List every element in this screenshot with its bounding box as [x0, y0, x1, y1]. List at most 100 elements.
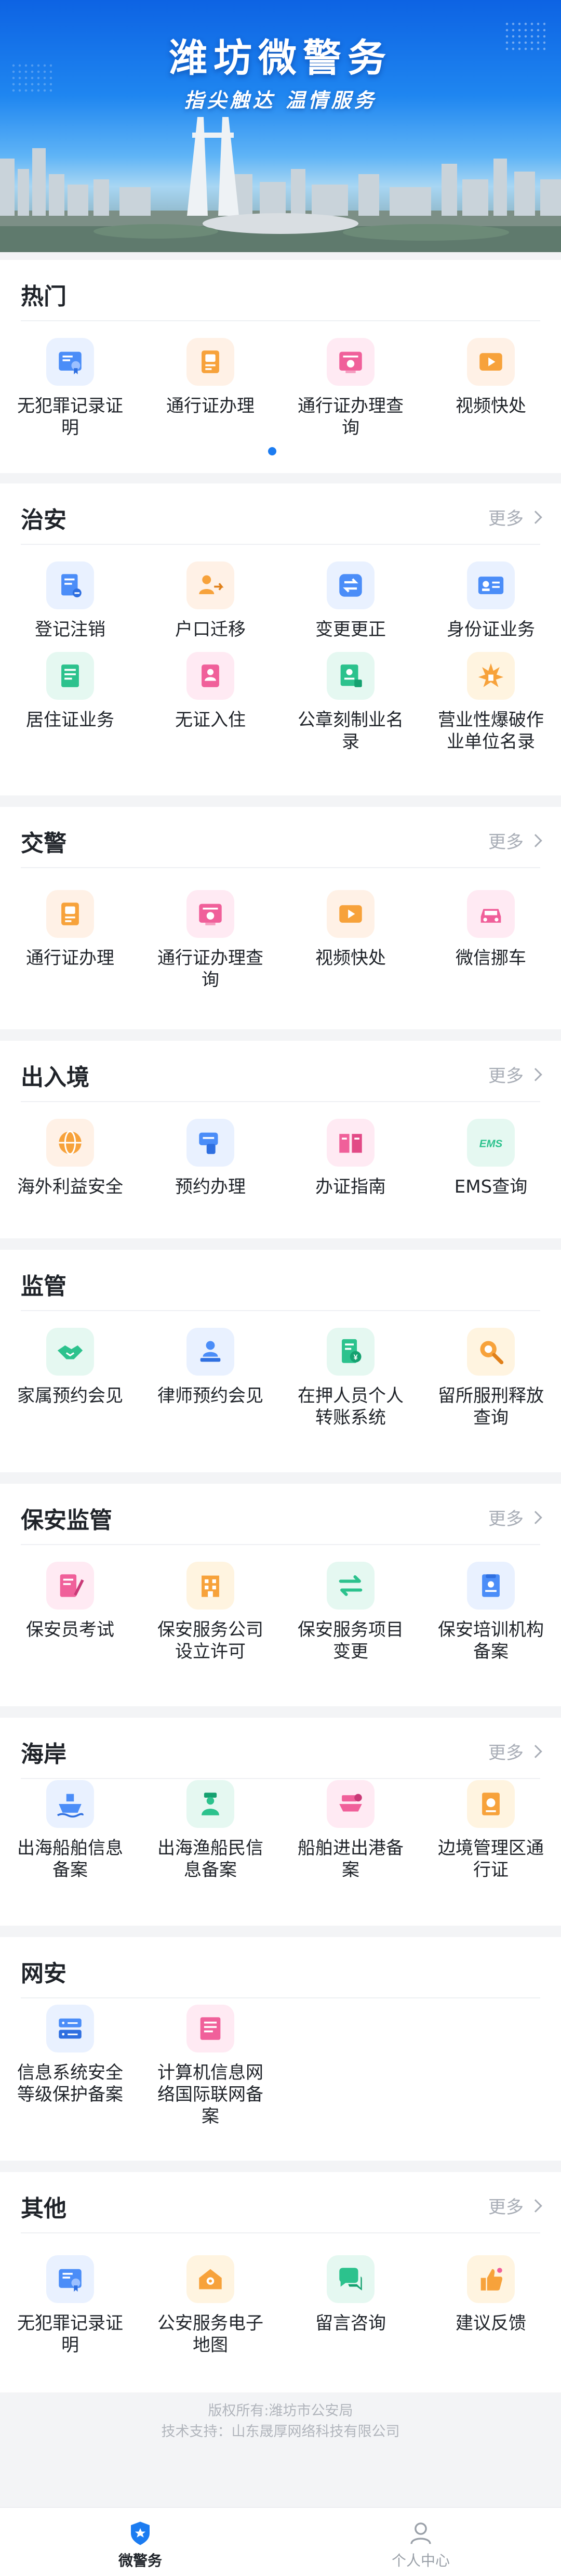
section-wangan: 网安 信息系统安全等级保护备案 计算机信息网络国际联网备案 [0, 1937, 561, 2161]
service-item-pass[interactable]: 通行证办理 [0, 890, 140, 991]
pass-query-icon [186, 890, 234, 938]
service-label: 建议反馈 [456, 2313, 526, 2334]
service-item-pass-query[interactable]: 通行证办理查询 [140, 890, 280, 991]
service-label: 出海船舶信息备案 [17, 1838, 123, 1880]
service-item-change-correct[interactable]: 变更更正 [280, 561, 421, 640]
service-label: 在押人员个人转账系统 [298, 1385, 404, 1428]
more-link[interactable]: 更多 [488, 828, 542, 853]
service-label: 保安服务公司设立许可 [157, 1619, 263, 1662]
service-item-company-license[interactable]: 保安服务公司设立许可 [140, 1562, 280, 1663]
service-item-project-change[interactable]: 保安服务项目变更 [280, 1562, 421, 1663]
more-link[interactable]: 更多 [488, 504, 542, 530]
section-header: 交警 更多 [21, 807, 542, 868]
service-item-inmate-transfer[interactable]: ¥ 在押人员个人转账系统 [280, 1328, 421, 1429]
service-item-pass[interactable]: 通行证办理 [140, 338, 280, 439]
service-label: 营业性爆破作业单位名录 [438, 710, 544, 752]
service-label: 通行证办理查询 [157, 948, 263, 990]
section-header: 热门 [21, 260, 540, 321]
svg-text:EMS: EMS [479, 1137, 503, 1149]
register-cancel-icon [46, 561, 94, 609]
service-item-feedback[interactable]: 建议反馈 [421, 2255, 561, 2356]
section-title: 出入境 [21, 1064, 89, 1091]
section-header: 监管 [21, 1250, 540, 1311]
more-link[interactable]: 更多 [488, 1062, 542, 1087]
feedback-icon [467, 2255, 515, 2303]
service-item-id-card[interactable]: 身份证业务 [421, 561, 561, 640]
service-item-appointment[interactable]: 预约办理 [140, 1119, 280, 1198]
service-label: 户口迁移 [175, 619, 246, 640]
service-label: 保安服务项目变更 [298, 1619, 404, 1662]
service-item-residence-permit[interactable]: 居住证业务 [0, 652, 140, 753]
more-link[interactable]: 更多 [488, 1738, 542, 1764]
seal-engraving-icon [327, 652, 375, 700]
service-item-family-visit[interactable]: 家属预约会见 [0, 1328, 140, 1429]
service-item-register-cancel[interactable]: 登记注销 [0, 561, 140, 640]
section-header: 海岸 更多 [21, 1718, 542, 1779]
appointment-icon [186, 1119, 234, 1167]
section-title: 其他 [21, 2195, 66, 2222]
service-item-household-move[interactable]: 户口迁移 [140, 561, 280, 640]
service-item-car-move[interactable]: 微信挪车 [421, 890, 561, 991]
service-label: 船舶进出港备案 [298, 1838, 404, 1880]
video-icon [327, 890, 375, 938]
section-header: 网安 [21, 1937, 540, 1998]
pass-icon [186, 338, 234, 386]
service-item-video[interactable]: 视频快处 [280, 890, 421, 991]
service-item-seal-engraving[interactable]: 公章刻制业名录 [280, 652, 421, 753]
tab-profile[interactable]: 个人中心 [280, 2508, 561, 2576]
banner-title: 潍坊微警务 [169, 36, 392, 81]
service-item-lawyer-visit[interactable]: 律师预约会见 [140, 1328, 280, 1429]
service-item-overseas-safety[interactable]: 海外利益安全 [0, 1119, 140, 1198]
service-item-training-record[interactable]: 保安培训机构备案 [421, 1562, 561, 1663]
service-label: 变更更正 [315, 619, 386, 640]
video-icon [467, 338, 515, 386]
service-item-port-record[interactable]: 船舶进出港备案 [280, 1780, 421, 1881]
service-item-e-map[interactable]: 公安服务电子地图 [140, 2255, 280, 2356]
section-qita: 其他 更多 无犯罪记录证明 公安服务电子地图 留言咨询 建议反馈 [0, 2172, 561, 2392]
service-item-ems[interactable]: EMS EMS查询 [421, 1119, 561, 1198]
no-id-checkin-icon [186, 652, 234, 700]
service-item-no-crime-certificate[interactable]: 无犯罪记录证明 [0, 338, 140, 439]
more-link[interactable]: 更多 [488, 2193, 542, 2218]
service-item-blasting[interactable]: 营业性爆破作业单位名录 [421, 652, 561, 753]
copyright-text: 版权所有:潍坊市公安局 [208, 2403, 353, 2419]
service-item-guard-exam[interactable]: 保安员考试 [0, 1562, 140, 1663]
bottom-tab-bar: 微警务 个人中心 [0, 2507, 561, 2576]
exam-icon [46, 1562, 94, 1610]
service-item-fisherman-record[interactable]: 出海渔船民信息备案 [140, 1780, 280, 1881]
tab-label: 微警务 [118, 2552, 162, 2569]
chat-icon [327, 2255, 375, 2303]
service-label: 海外利益安全 [17, 1176, 123, 1197]
service-item-ship-record[interactable]: 出海船舶信息备案 [0, 1780, 140, 1881]
service-item-video[interactable]: 视频快处 [421, 338, 561, 439]
service-item-network-record[interactable]: 计算机信息网络国际联网备案 [140, 2005, 280, 2127]
id-card-icon [467, 561, 515, 609]
service-label: 边境管理区通行证 [438, 1838, 544, 1880]
service-label: 无证入住 [175, 710, 246, 730]
blasting-icon [467, 652, 515, 700]
service-item-security-level[interactable]: 信息系统安全等级保护备案 [0, 2005, 140, 2127]
service-label: 公安服务电子地图 [157, 2313, 263, 2356]
service-label: 留言咨询 [315, 2313, 386, 2334]
section-haian: 海岸 更多 出海船舶信息备案 出海渔船民信息备案 船舶进出港备案 边境管理区通行… [0, 1718, 561, 1926]
chevron-right-icon [529, 510, 542, 524]
service-label: 保安员考试 [26, 1619, 114, 1640]
more-link[interactable]: 更多 [488, 1505, 542, 1530]
section-title: 治安 [21, 507, 66, 533]
company-license-icon [186, 1562, 234, 1610]
service-item-guide[interactable]: 办证指南 [280, 1119, 421, 1198]
service-label: 预约办理 [175, 1176, 246, 1197]
service-item-border-pass[interactable]: 边境管理区通行证 [421, 1780, 561, 1881]
tab-home[interactable]: 微警务 [0, 2508, 280, 2576]
service-item-release-query[interactable]: 留所服刑释放查询 [421, 1328, 561, 1429]
pass-query-icon [327, 338, 375, 386]
service-item-consult[interactable]: 留言咨询 [280, 2255, 421, 2356]
section-title: 网安 [21, 1960, 66, 1987]
section-churujing: 出入境 更多 海外利益安全 预约办理 办证指南 EMS EMS查询 [0, 1041, 561, 1238]
service-item-no-crime-certificate[interactable]: 无犯罪记录证明 [0, 2255, 140, 2356]
service-item-pass-query[interactable]: 通行证办理查询 [280, 338, 421, 439]
service-label: EMS查询 [454, 1176, 528, 1197]
service-item-no-id-checkin[interactable]: 无证入住 [140, 652, 280, 753]
certificate-icon [46, 2255, 94, 2303]
section-title: 海岸 [21, 1741, 66, 1768]
